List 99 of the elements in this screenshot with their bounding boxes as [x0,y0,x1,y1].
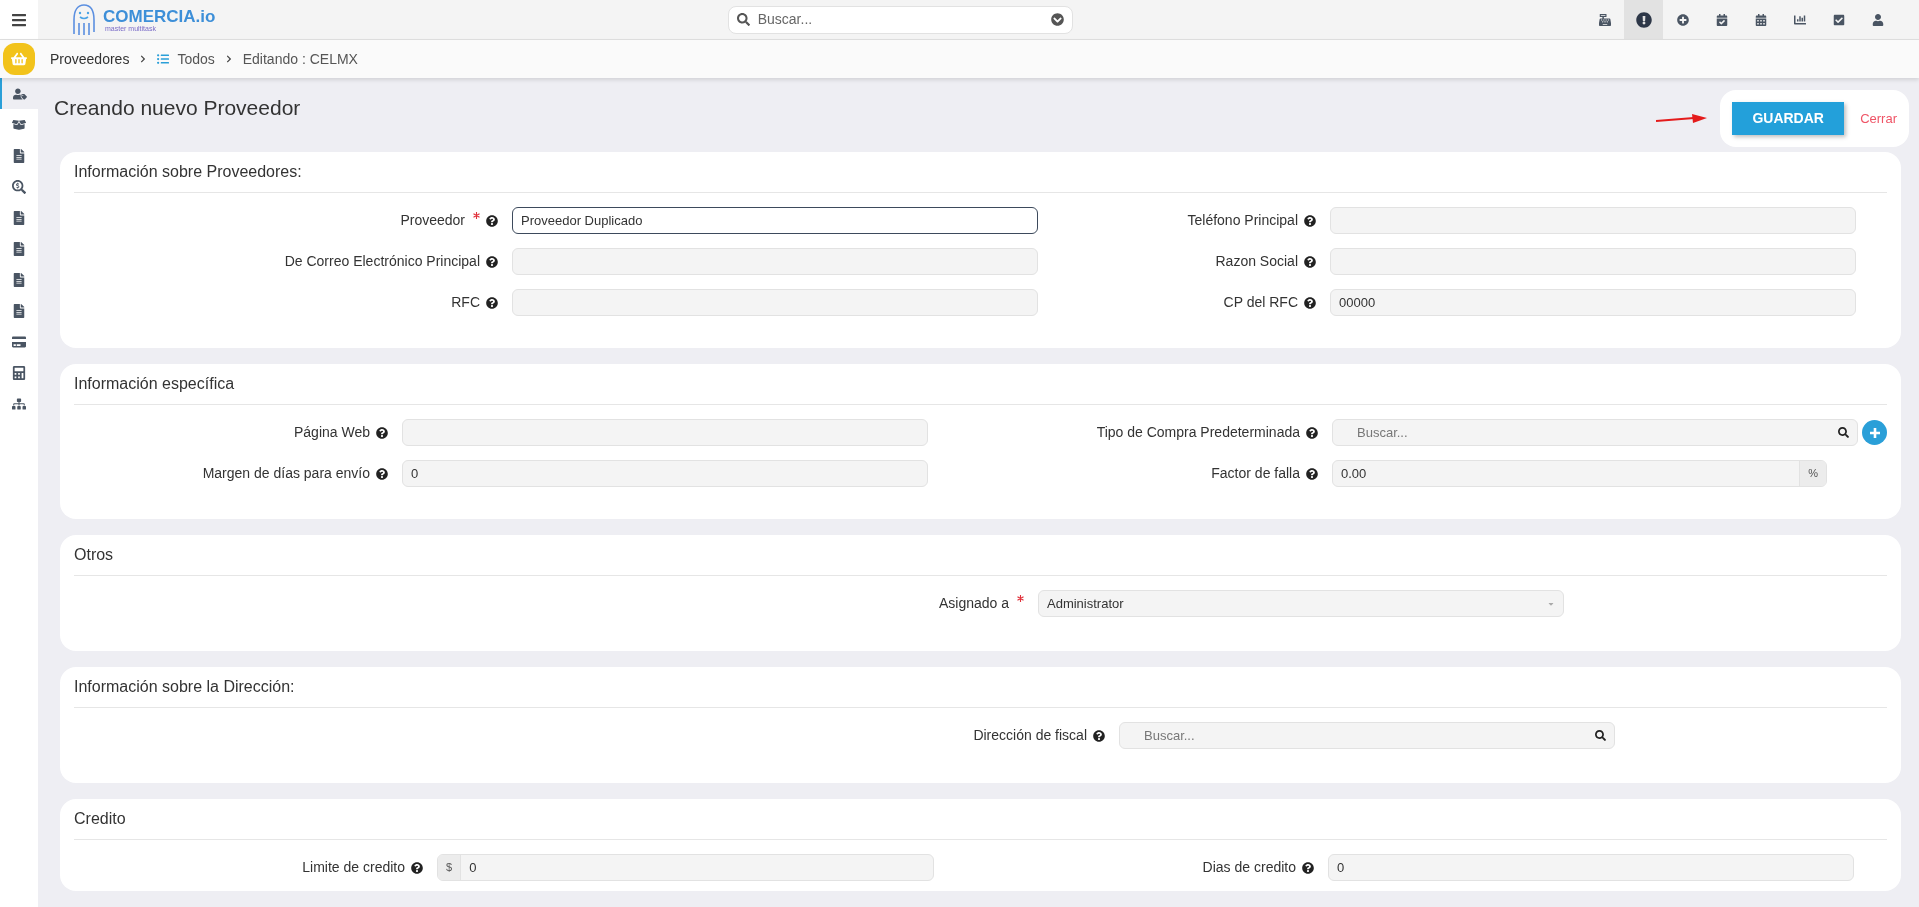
field-label: Dias de credito [1202,858,1296,877]
text-field[interactable]: 00000 [1330,289,1856,316]
help-icon[interactable] [486,255,498,268]
field-label: CP del RFC [1223,293,1298,312]
field-value: Proveedor Duplicado [521,211,643,230]
chevron-icon [139,55,148,63]
field-label: Dirección de fiscal [973,726,1087,745]
list-icon [157,53,170,65]
field-label: Factor de falla [1211,464,1300,483]
breadcrumb-item[interactable]: Todos [177,48,215,70]
help-icon[interactable] [1093,729,1105,742]
user-tag-icon [13,86,27,101]
alert-button[interactable] [1624,0,1663,39]
field-label: Proveedor [400,211,465,230]
text-field[interactable]: 0 [1328,854,1854,881]
help-icon[interactable] [1306,426,1318,439]
document-icon [12,148,26,163]
text-field[interactable]: Proveedor Duplicado [512,207,1038,234]
bar-chart-icon [1793,13,1806,26]
help-icon[interactable] [1304,214,1316,227]
search-field[interactable]: Buscar... [1332,419,1858,446]
calendar-icon [1754,13,1767,26]
plus-icon [1868,426,1881,439]
search-field[interactable]: Buscar... [727,5,1073,34]
field-label: Teléfono Principal [1187,211,1298,230]
task-icon [1832,13,1845,26]
field-label: Asignado a [938,594,1009,613]
text-field[interactable]: 0 [402,460,928,487]
menu-button[interactable] [0,0,38,39]
sidebar-item[interactable] [0,78,38,109]
search-placeholder: Buscar... [757,10,814,29]
search-field[interactable]: Buscar... [1119,722,1615,749]
text-field[interactable] [1330,207,1856,234]
section-title: Información sobre Proveedores: [74,162,303,182]
basket-icon [11,51,27,67]
sitemap-icon [12,396,26,411]
help-icon[interactable] [486,296,498,309]
add-icon [1676,13,1689,26]
text-field[interactable] [512,248,1038,275]
calendar-task-icon [1715,13,1728,26]
dropdown-icon[interactable] [1050,13,1064,26]
currency-field[interactable]: $ 0 [437,854,934,881]
search-icon [1595,730,1606,741]
field-label: Limite de credito [302,858,405,877]
alert-icon [1635,11,1652,28]
field-label: De Correo Electrónico Principal [284,252,480,271]
search-icon [736,13,750,26]
field-label: Tipo de Compra Predeterminada [1096,423,1300,442]
percent-field[interactable]: 0.00 % [1332,460,1827,487]
credit-card-icon [12,334,26,349]
breadcrumb-item: Editando : CELMX [242,49,358,69]
help-icon[interactable] [1304,255,1316,268]
text-field[interactable] [512,289,1038,316]
field-value: 0 [1337,858,1345,877]
box-icon [12,117,26,132]
cash-register-icon [1598,13,1611,26]
field-label: Página Web [294,423,370,442]
field-value: 0 [411,464,419,483]
document-icon [12,303,26,318]
section-title: Otros [74,545,115,565]
section-title: Información específica [74,374,236,394]
percent-addon: % [1799,461,1826,486]
breadcrumb-item[interactable]: Proveedores [50,48,130,70]
text-field[interactable] [402,419,928,446]
help-icon[interactable] [1302,861,1314,874]
field-value: Administrator [1047,594,1124,613]
menu-icon [11,11,27,28]
help-icon[interactable] [1304,296,1316,309]
select-field[interactable]: Administrator [1038,590,1564,617]
search-icon [1838,427,1849,438]
field-value: 0.00 [1340,464,1368,483]
help-icon[interactable] [1306,467,1318,480]
field-value: 0 [468,858,478,877]
help-icon[interactable] [376,467,388,480]
money-search-icon [12,179,26,194]
currency-addon: $ [438,855,462,880]
text-field[interactable] [1330,248,1856,275]
document-icon [12,210,26,225]
help-icon[interactable] [486,214,498,227]
section-title: Credito [74,809,127,829]
page-title: Creando nuevo Proveedor [54,95,301,121]
field-label: Razon Social [1215,252,1298,271]
pointer-arrow [1656,112,1709,125]
help-icon[interactable] [411,861,423,874]
close-link[interactable]: Cerrar [1860,108,1897,129]
user-icon [1871,13,1884,26]
field-label: Margen de días para envío [202,464,370,483]
field-label: RFC [451,293,480,312]
section-title: Información sobre la Dirección: [74,677,296,697]
document-icon [12,272,26,287]
calculator-icon [12,365,26,380]
field-value: 00000 [1339,293,1376,312]
field-placeholder: Buscar... [1144,726,1195,745]
add-button[interactable] [1862,420,1887,445]
logo-wordmark: COMERCIA.io [103,7,216,25]
chevron-icon [224,55,233,63]
document-icon [12,241,26,256]
help-icon[interactable] [376,426,388,439]
field-placeholder: Buscar... [1357,423,1408,442]
